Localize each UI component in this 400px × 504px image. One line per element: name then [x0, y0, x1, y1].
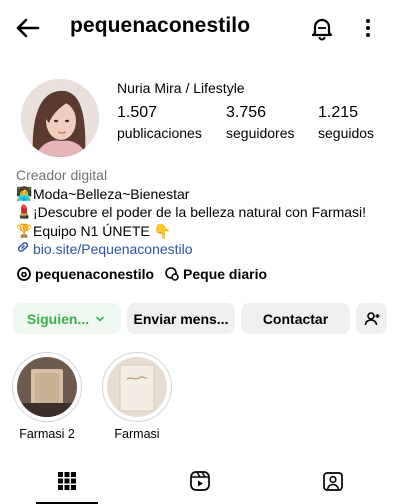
highlight-ring	[102, 352, 172, 422]
highlight-ring	[12, 352, 82, 422]
tagged-person-icon	[322, 472, 343, 491]
technologist-emoji-icon: 👩‍💻	[16, 185, 33, 201]
channel-icon	[165, 267, 179, 281]
link-icon	[16, 240, 33, 259]
profile-bio: Creador digital 👩‍💻 Moda~Belleza~Bienest…	[16, 166, 366, 259]
lipstick-emoji-icon: 💄	[16, 204, 33, 219]
contact-button-label: Contactar	[262, 310, 329, 327]
tab-posts-grid[interactable]	[0, 458, 133, 504]
notification-bell-icon[interactable]	[308, 14, 336, 42]
highlight-cover	[107, 357, 167, 417]
bio-line-text: Moda~Belleza~Bienestar	[33, 185, 190, 202]
highlight-cover	[17, 357, 77, 417]
stat-posts-label: publicaciones	[117, 125, 202, 141]
top-bar: pequenaconestilo	[0, 0, 400, 56]
following-button[interactable]: Siguien...	[13, 303, 121, 334]
stat-followers-label: seguidores	[226, 125, 295, 141]
add-user-button[interactable]	[356, 303, 387, 334]
stat-posts-value: 1.507	[117, 104, 158, 121]
threads-icon	[17, 267, 31, 281]
highlight-label: Farmasi	[114, 427, 160, 441]
bio-link-row[interactable]: bio.site/Pequenaconestilo	[16, 240, 366, 259]
more-options-icon[interactable]	[358, 14, 378, 42]
grid-icon	[57, 472, 76, 490]
trophy-emoji-icon: 🏆	[16, 222, 33, 238]
stat-followers[interactable]: 3.756 seguidores	[226, 104, 295, 141]
stat-following-value: 1.215	[318, 104, 359, 121]
channel-name: Peque diario	[183, 266, 268, 282]
chevron-down-icon	[96, 316, 104, 322]
highlight-label: Farmasi 2	[19, 427, 75, 441]
stat-following[interactable]: 1.215 seguidos	[318, 104, 374, 141]
message-button-label: Enviar mens...	[133, 310, 229, 327]
threads-link[interactable]: pequenaconestilo	[16, 266, 154, 282]
broadcast-channel-link[interactable]: Peque diario	[164, 266, 267, 282]
reels-icon	[189, 471, 210, 491]
bio-line: 🏆 Equipo N1 ÚNETE 👇	[16, 222, 366, 241]
contact-button[interactable]: Contactar	[241, 303, 350, 334]
bio-line-text: Equipo N1 ÚNETE 👇	[33, 222, 172, 239]
profile-username: pequenaconestilo	[70, 14, 251, 37]
bio-line: 👩‍💻 Moda~Belleza~Bienestar	[16, 185, 366, 204]
profile-avatar[interactable]	[21, 79, 99, 157]
stat-followers-value: 3.756	[226, 104, 267, 121]
profile-display-name: Nuria Mira / Lifestyle	[117, 80, 245, 96]
stat-following-label: seguidos	[318, 125, 375, 141]
story-highlight[interactable]: Farmasi	[102, 352, 172, 441]
profile-tabs	[0, 458, 400, 504]
bio-link[interactable]: bio.site/Pequenaconestilo	[33, 240, 193, 259]
stat-posts[interactable]: 1.507 publicaciones	[117, 104, 202, 141]
tab-tagged[interactable]	[266, 458, 399, 504]
tab-reels[interactable]	[133, 458, 266, 504]
threads-username: pequenaconestilo	[35, 266, 155, 282]
social-links: pequenaconestilo Peque diario	[16, 266, 267, 282]
bio-line-text: ¡Descubre el poder de la belleza natural…	[33, 204, 367, 220]
message-button[interactable]: Enviar mens...	[127, 303, 235, 334]
bio-line: 💄 ¡Descubre el poder de la belleza natur…	[16, 203, 366, 222]
following-button-label: Siguien...	[26, 310, 90, 327]
story-highlight[interactable]: Farmasi 2	[12, 352, 82, 441]
profile-category: Creador digital	[16, 167, 108, 183]
add-person-icon	[364, 311, 379, 325]
back-arrow-icon[interactable]	[14, 14, 42, 42]
